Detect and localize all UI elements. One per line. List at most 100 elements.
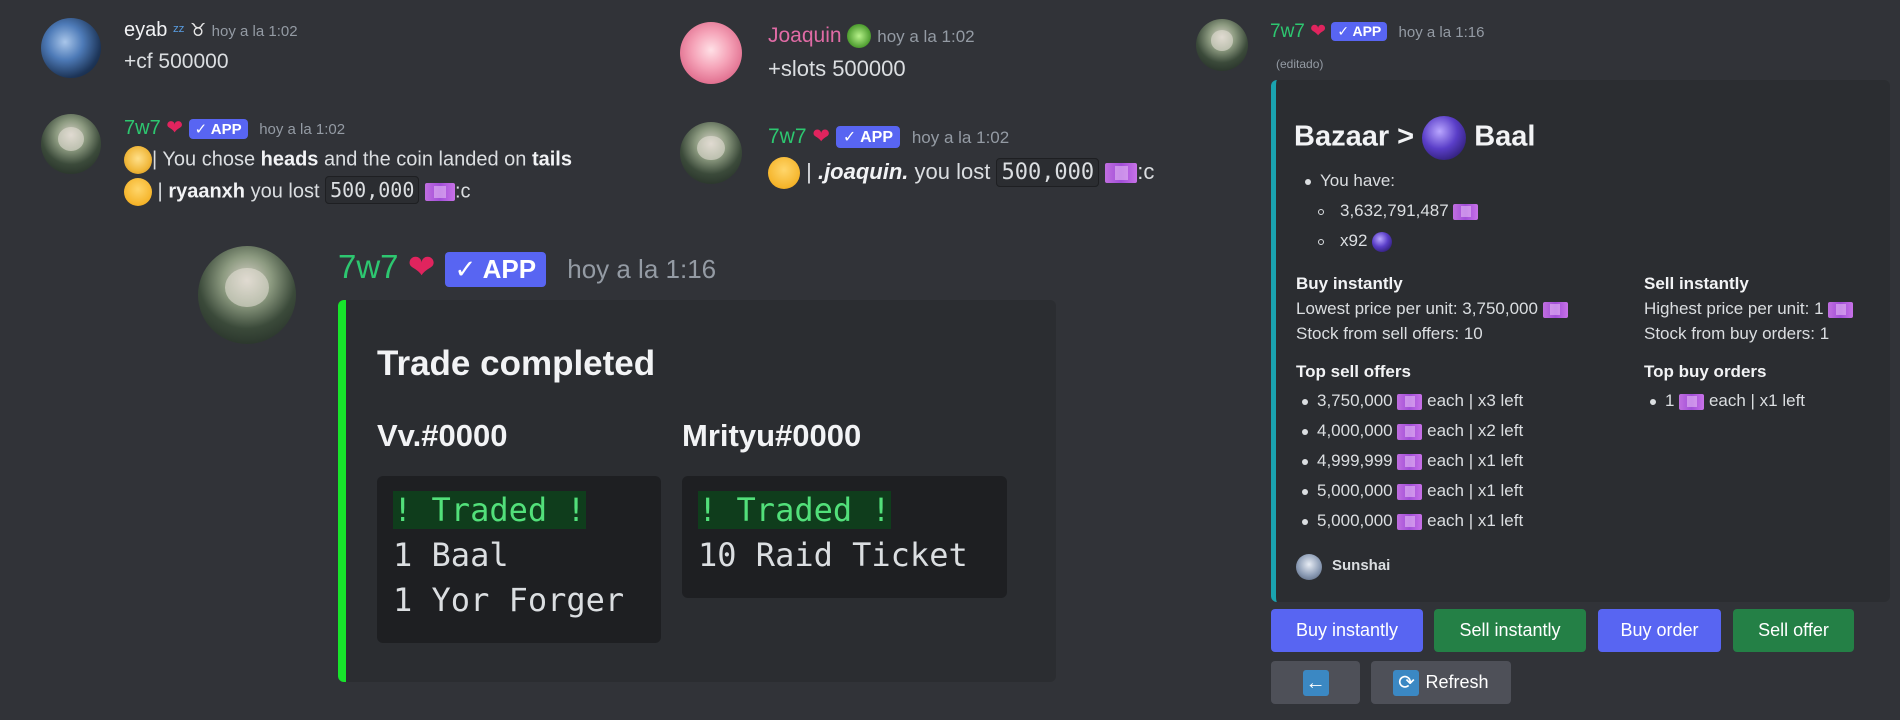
bullet: [1302, 489, 1308, 495]
list-item: 1 each | x1 left: [1665, 391, 1805, 411]
avatar-7w7[interactable]: [198, 246, 296, 344]
traded-highlight: ! Traded !: [698, 491, 891, 529]
timestamp: hoy a la 1:16: [567, 254, 717, 284]
timestamp: hoy a la 1:02: [911, 128, 1010, 147]
message-header-7w7: 7w7 ❤ ✓ APP hoy a la 1:16: [338, 247, 716, 287]
bullet: [1302, 519, 1308, 525]
text-segment: you lost: [908, 158, 997, 184]
have-cash: 3,632,791,487: [1340, 201, 1479, 221]
sell-highest-price: Highest price per unit: 1: [1644, 299, 1854, 319]
sell-stock: Stock from buy orders: 1: [1644, 324, 1830, 343]
bullet: [1302, 399, 1308, 405]
inline-code-amount: 500,000: [996, 157, 1100, 187]
heart-sparkle-icon: ❤: [812, 125, 830, 148]
code-block-right: ! Traded ! 10 Raid Ticket: [682, 476, 1007, 598]
refresh-icon: ⟳: [1393, 669, 1420, 696]
message-header-eyab: eyab ᶻᶻ ♉ hoy a la 1:02: [124, 19, 298, 42]
you-have-label: You have:: [1320, 171, 1395, 190]
top-sell-offers-heading: Top sell offers: [1296, 362, 1411, 381]
currency-icon: [424, 183, 455, 201]
app-badge-label: APP: [482, 253, 537, 284]
sell-offer-button[interactable]: Sell offer: [1733, 609, 1854, 652]
inline-code-amount: 500,000: [325, 176, 420, 205]
text-bold-user: ryaanxh: [168, 180, 246, 203]
currency-icon: [1397, 513, 1423, 530]
refresh-button[interactable]: ⟳ Refresh: [1371, 661, 1511, 704]
message-header-7w7: 7w7 ❤ ✓ APP hoy a la 1:16: [1270, 20, 1484, 43]
list-item: 4,000,000 each | x2 left: [1317, 421, 1523, 441]
field-name-left-user: Vv.#0000: [377, 418, 508, 453]
message-content: +cf 500000: [124, 50, 229, 73]
timestamp: hoy a la 1:02: [877, 27, 975, 46]
app-badge-label: APP: [210, 120, 242, 138]
buy-stock: Stock from sell offers: 10: [1296, 324, 1483, 343]
bullet: [1318, 209, 1324, 215]
avatar-7w7[interactable]: [680, 122, 742, 184]
text-segment: you lost: [245, 180, 326, 203]
offer-price: 4,000,000: [1317, 421, 1393, 440]
app-badge: ✓ APP: [835, 126, 900, 149]
have-items: x92: [1340, 231, 1393, 252]
list-item: 5,000,000 each | x1 left: [1317, 511, 1523, 531]
currency-icon: [1453, 203, 1479, 220]
avatar-joaquin[interactable]: [680, 22, 742, 84]
list-item: 3,750,000 each | x3 left: [1317, 391, 1523, 411]
timestamp: hoy a la 1:02: [211, 23, 298, 40]
cow-icon: ♉: [189, 20, 207, 40]
code-line: 1 Baal: [393, 536, 509, 574]
heart-sparkle-icon: ❤: [1310, 21, 1327, 42]
pensive-face-icon: [124, 178, 152, 206]
footer-avatar: [1296, 554, 1322, 580]
alien-icon: [847, 24, 872, 49]
left-arrow-icon: ←: [1302, 669, 1329, 696]
avatar-7w7[interactable]: [1196, 19, 1248, 71]
username-7w7[interactable]: 7w7: [124, 117, 161, 139]
list-item: 5,000,000 each | x1 left: [1317, 481, 1523, 501]
bazaar-embed: Bazaar > Baal You have: 3,632,791,487 x9…: [1271, 80, 1890, 602]
text-segment: :c: [454, 180, 471, 203]
app-badge-label: APP: [860, 129, 893, 147]
username-7w7[interactable]: 7w7: [1270, 21, 1305, 42]
footer-name: Sunshai: [1332, 557, 1391, 574]
message-header-7w7: 7w7 ❤ ✓ APP hoy a la 1:02: [768, 124, 1009, 149]
baal-orb-icon: [1422, 116, 1467, 160]
buy-order-button[interactable]: Buy order: [1598, 609, 1721, 652]
username-7w7[interactable]: 7w7: [768, 125, 807, 148]
traded-highlight: ! Traded !: [393, 491, 586, 529]
username-eyab[interactable]: eyab: [124, 19, 167, 41]
avatar-7w7[interactable]: [41, 114, 101, 174]
offer-rest: each | x1 left: [1427, 511, 1524, 530]
buy-instantly-button[interactable]: Buy instantly: [1271, 609, 1423, 652]
code-line: 1 Yor Forger: [393, 581, 625, 619]
currency-icon: [1397, 453, 1423, 470]
sell-highest-price-text: Highest price per unit: 1: [1644, 299, 1824, 318]
app-badge: ✓ APP: [1331, 22, 1388, 42]
currency-icon: [1397, 483, 1423, 500]
back-button[interactable]: ←: [1271, 661, 1360, 704]
offer-price: 4,999,999: [1317, 451, 1393, 470]
avatar-eyab[interactable]: [41, 18, 101, 78]
field-name-right-user: Mrityu#0000: [682, 418, 862, 453]
username-joaquin[interactable]: Joaquin: [768, 24, 842, 47]
order-rest: each | x1 left: [1708, 391, 1806, 410]
heart-sparkle-icon: ❤: [407, 248, 436, 285]
bullet: [1650, 399, 1656, 405]
message-content: +slots 500000: [768, 56, 906, 81]
buy-instantly-heading: Buy instantly: [1296, 274, 1403, 293]
baal-orb-icon: [1372, 231, 1393, 252]
offer-price: 3,750,000: [1317, 391, 1393, 410]
list-item: 4,999,999 each | x1 left: [1317, 451, 1523, 471]
currency-icon: [1397, 393, 1423, 410]
timestamp: hoy a la 1:16: [1398, 24, 1485, 41]
have-cash-value: 3,632,791,487: [1340, 201, 1449, 220]
buy-lowest-price: Lowest price per unit: 3,750,000: [1296, 299, 1568, 319]
message-header-joaquin: Joaquin hoy a la 1:02: [768, 24, 975, 49]
username-7w7[interactable]: 7w7: [338, 248, 399, 285]
currency-icon: [1542, 301, 1568, 318]
sell-instantly-button[interactable]: Sell instantly: [1434, 609, 1586, 652]
have-items-value: x92: [1340, 231, 1368, 250]
coin-icon: [124, 146, 152, 174]
currency-icon: [1679, 393, 1705, 410]
app-badge: ✓ APP: [188, 118, 248, 139]
offer-price: 5,000,000: [1317, 511, 1393, 530]
